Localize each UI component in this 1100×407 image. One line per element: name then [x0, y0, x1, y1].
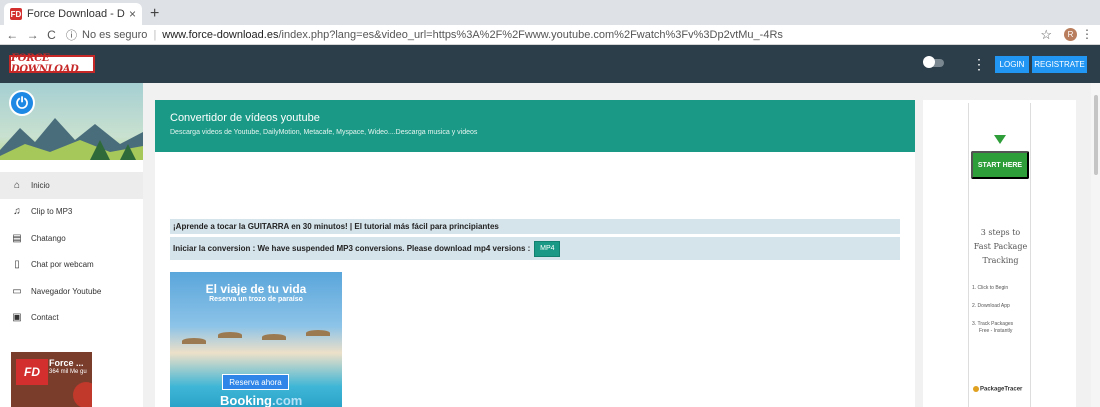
browser-tab-strip: FD Force Download - Descargar, c × + — [0, 0, 1100, 25]
ad-step: 1. Click to Begin — [972, 285, 1009, 291]
sidebar: ⏻ ⌂ Inicio ♫ Clip to MP3 ▤ Chatango ▯ Ch… — [0, 83, 143, 407]
main-panel: Convertidor de vídeos youtube Descarga v… — [155, 100, 915, 407]
sidebar-item-clip-to-mp3[interactable]: ♫ Clip to MP3 — [0, 199, 143, 226]
fb-like-icon[interactable] — [73, 382, 92, 407]
power-icon[interactable]: ⏻ — [9, 90, 35, 116]
tab-title: Force Download - Descargar, c — [27, 8, 125, 20]
guitar-promo-link[interactable]: ¡Aprende a tocar la GUITARRA en 30 minut… — [170, 219, 900, 234]
sidebar-item-label: Contact — [31, 313, 59, 323]
ad-heading-line: Fast Package — [973, 242, 1028, 251]
beach-umbrella-icon — [182, 338, 206, 344]
bookmark-star-icon[interactable]: ☆ — [1040, 27, 1052, 43]
guitar-promo-text: ¡Aprende a tocar la GUITARRA en 30 minut… — [173, 222, 499, 231]
music-library-icon: ♫ — [13, 206, 21, 218]
logo-text: FORCE DOWNLOAD — [11, 53, 79, 75]
package-tracer-ad[interactable]: START HERE 3 steps to Fast Package Track… — [968, 103, 1031, 407]
beach-umbrella-icon — [218, 332, 242, 338]
security-label[interactable]: No es seguro — [82, 29, 147, 41]
sidebar-item-contact[interactable]: ▣ Contact — [0, 305, 143, 332]
chat-icon: ▤ — [12, 232, 22, 244]
mountains-illustration — [0, 118, 143, 160]
main-header: Convertidor de vídeos youtube Descarga v… — [155, 100, 915, 152]
nav-buttons: ← → C — [0, 28, 60, 42]
sidebar-item-inicio[interactable]: ⌂ Inicio — [0, 172, 143, 199]
ad-step: 3. Track Packages — [972, 321, 1014, 327]
fb-page-name: Force ... — [49, 358, 84, 368]
browser-tab[interactable]: FD Force Download - Descargar, c × — [4, 3, 142, 25]
ad-subtitle: Reserva un trozo de paraíso — [209, 296, 303, 303]
booking-brand: Booking — [220, 393, 272, 407]
mp4-download-button[interactable]: MP4 — [534, 240, 561, 257]
beach-umbrella-icon — [262, 334, 286, 340]
fb-page-logo: FD — [16, 359, 48, 385]
site-logo[interactable]: FORCE DOWNLOAD — [9, 53, 95, 75]
favicon-icon: FD — [10, 8, 22, 20]
beach-umbrella-icon — [306, 330, 330, 336]
close-tab-icon[interactable]: × — [129, 7, 136, 21]
package-tracer-logo: PackageTracer — [973, 386, 1022, 393]
fb-page-likes: 364 mil Me gu — [49, 369, 87, 375]
sidebar-item-chat-webcam[interactable]: ▯ Chat por webcam — [0, 252, 143, 279]
login-button[interactable]: LOGIN — [995, 56, 1029, 73]
profile-avatar[interactable]: R — [1064, 28, 1077, 41]
booking-logo: Booking.com — [220, 393, 302, 407]
conversion-bar: Iniciar la conversion : We have suspende… — [170, 237, 900, 260]
conversion-text: Iniciar la conversion : We have suspende… — [173, 244, 531, 253]
page-subtitle: Descarga videos de Youtube, DailyMotion,… — [170, 129, 478, 136]
monitor-icon: ▭ — [12, 285, 22, 297]
package-tracer-dot-icon — [973, 386, 979, 392]
sidebar-item-label: Chatango — [31, 233, 66, 243]
info-icon[interactable]: ⓘ — [66, 27, 77, 43]
sidebar-menu: ⌂ Inicio ♫ Clip to MP3 ▤ Chatango ▯ Chat… — [0, 172, 143, 331]
header-menu-icon[interactable]: ⋮ — [972, 56, 986, 73]
right-ad-panel: START HERE 3 steps to Fast Package Track… — [923, 100, 1076, 407]
reserve-now-button[interactable]: Reserva ahora — [222, 374, 289, 390]
reload-icon[interactable]: C — [47, 28, 56, 42]
back-icon[interactable]: ← — [6, 28, 18, 42]
ad-title: El viaje de tu vida — [205, 282, 307, 296]
sidebar-banner: ⏻ — [0, 83, 143, 160]
sidebar-item-label: Chat por webcam — [31, 260, 94, 270]
sidebar-item-chatango[interactable]: ▤ Chatango — [0, 225, 143, 252]
ad-step: Free - Instantly — [979, 328, 1013, 334]
url-path: /index.php?lang=es&video_url=https%3A%2F… — [278, 28, 783, 41]
booking-brand-suffix: .com — [272, 393, 303, 407]
facebook-page-card[interactable]: FD Force ... 364 mil Me gu — [11, 352, 92, 407]
ad-heading-line: 3 steps to — [980, 228, 1021, 237]
booking-ad[interactable]: El viaje de tu vida Reserva un trozo de … — [170, 272, 342, 407]
forward-icon[interactable]: → — [27, 28, 39, 42]
theme-toggle[interactable] — [923, 56, 944, 68]
scrollbar-thumb[interactable] — [1094, 95, 1098, 175]
page-title: Convertidor de vídeos youtube — [170, 112, 320, 124]
url-field[interactable]: www.force-download.es/index.php?lang=es&… — [162, 29, 783, 41]
ad-step: 2. Download App — [972, 303, 1010, 309]
package-tracer-brand: PackageTracer — [980, 386, 1023, 393]
address-bar: ← → C ⓘ No es seguro | www.force-downloa… — [0, 25, 1100, 45]
url-host: www.force-download.es — [162, 28, 279, 41]
contact-card-icon: ▣ — [12, 312, 22, 324]
new-tab-icon[interactable]: + — [150, 5, 159, 23]
sidebar-item-navegador-youtube[interactable]: ▭ Navegador Youtube — [0, 278, 143, 305]
ad-heading-line: Tracking — [982, 256, 1019, 265]
url-separator: | — [153, 28, 157, 41]
start-here-button[interactable]: START HERE — [971, 151, 1029, 179]
phone-icon: ▯ — [14, 259, 20, 271]
sidebar-item-label: Inicio — [31, 180, 50, 190]
register-button[interactable]: REGISTRATE — [1032, 56, 1087, 73]
browser-menu-icon[interactable]: ⋮ — [1081, 27, 1093, 41]
down-arrow-icon — [994, 135, 1006, 144]
sidebar-item-label: Navegador Youtube — [31, 286, 102, 296]
home-icon: ⌂ — [13, 179, 21, 191]
ad-heading: 3 steps to Fast Package Tracking — [969, 226, 1032, 268]
sidebar-item-label: Clip to MP3 — [31, 207, 73, 217]
